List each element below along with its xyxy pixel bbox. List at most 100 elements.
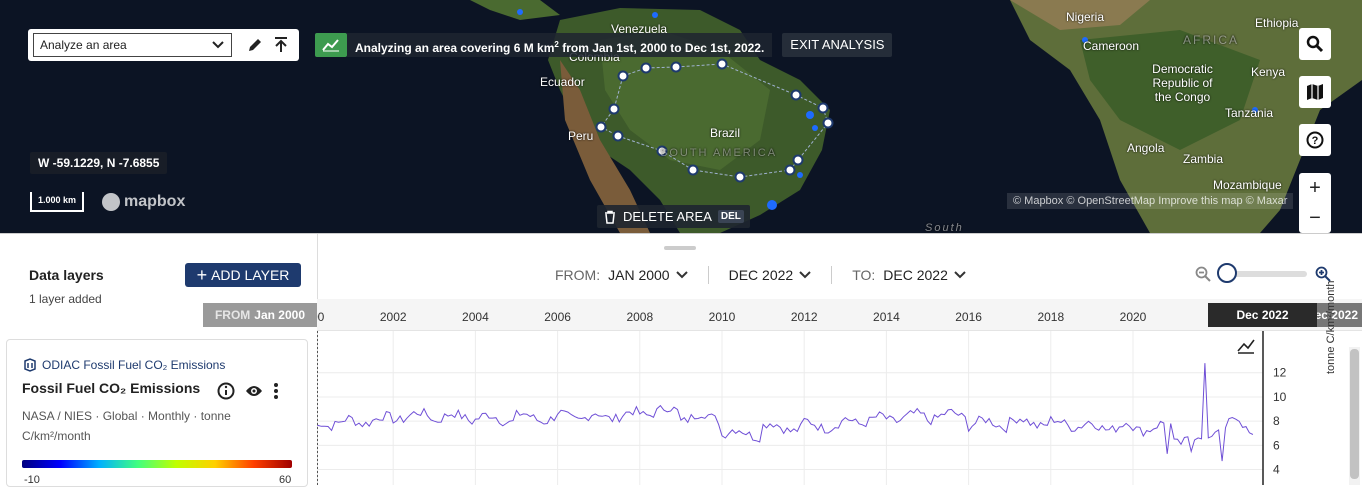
map-layers-button[interactable]	[1299, 76, 1331, 108]
add-layer-button[interactable]: + ADD LAYER	[185, 263, 301, 287]
pencil-icon[interactable]	[242, 32, 268, 58]
layer-colorbar	[22, 460, 292, 468]
map-scale: 1.000 km	[30, 192, 84, 212]
label-kenya: Kenya	[1251, 65, 1286, 79]
slider-knob[interactable]	[1217, 263, 1237, 283]
label-tanzania: Tanzania	[1225, 106, 1274, 120]
help-icon: ?	[1306, 131, 1324, 149]
y-tick-label: 8	[1273, 414, 1280, 428]
from-label: FROM:	[555, 267, 601, 283]
label-ethiopia: Ethiopia	[1255, 16, 1299, 30]
zoom-out-timeline-icon[interactable]	[1195, 266, 1211, 282]
from-date-tag: FROM Jan 2000	[203, 303, 317, 327]
timeseries-chart[interactable]: 24681012	[317, 331, 1362, 485]
analyze-toolbar: Analyze an area	[28, 29, 299, 61]
label-angola: Angola	[1127, 141, 1165, 155]
map-attribution[interactable]: © Mapbox © OpenStreetMap Improve this ma…	[1007, 193, 1294, 209]
layer-metadata: NASA / NIES · Global · Monthly · tonne C…	[22, 409, 231, 443]
layer-card[interactable]: ODIAC Fossil Fuel CO₂ Emissions Fossil F…	[6, 339, 308, 487]
trash-icon	[605, 210, 615, 224]
delete-area-label: DELETE AREA	[623, 209, 712, 224]
scrollbar-thumb[interactable]	[1350, 349, 1359, 479]
x-tick-label: 2000	[317, 310, 325, 324]
map-view[interactable]: Venezuela Colombia Ecuador Peru Brazil S…	[0, 0, 1362, 233]
x-tick-label: 2016	[955, 310, 982, 324]
label-nigeria: Nigeria	[1066, 10, 1105, 24]
analysis-banner: Analyzing an area covering 6 M km2 from …	[315, 33, 893, 57]
colorbar-max: 60	[279, 474, 292, 486]
data-layers-title: Data layers	[29, 267, 104, 283]
chevron-down-icon[interactable]	[675, 271, 688, 279]
help-button[interactable]: ?	[1299, 124, 1331, 156]
dataset-icon	[24, 358, 36, 372]
map-icon	[1307, 84, 1323, 100]
x-tick-label: 2008	[626, 310, 653, 324]
panel-drag-handle[interactable]	[664, 246, 696, 250]
analysis-panel: Data layers 1 layer added + ADD LAYER FR…	[0, 233, 1362, 487]
x-tick-label: 2012	[791, 310, 818, 324]
range-date-select[interactable]: DEC 2022	[729, 267, 794, 283]
to-date-select[interactable]: DEC 2022	[883, 267, 948, 283]
x-tick-label: 2006	[544, 310, 571, 324]
label-drc: Democratic Republic of the Congo	[1152, 62, 1213, 104]
y-axis-title: tonne C/km²/month	[1325, 280, 1337, 374]
date-range-controls: FROM: JAN 2000 DEC 2022 TO: DEC 2022	[555, 266, 976, 284]
label-south-america: SOUTH AMERICA	[660, 147, 778, 159]
timeline-zoom	[1195, 263, 1331, 283]
layer-actions	[217, 382, 279, 400]
label-south-ocean: South	[925, 222, 964, 233]
chevron-down-icon	[212, 41, 224, 49]
search-button[interactable]	[1299, 28, 1331, 60]
more-options-icon[interactable]	[273, 382, 279, 400]
timeline-cursor-marker[interactable]: Dec 2022	[1208, 303, 1317, 327]
x-axis-labels: 2000 2002 2004 2006 2008 2010 2012 2014 2016 2018…	[317, 310, 1147, 324]
y-tick-label: 4	[1273, 463, 1280, 477]
chart-icon	[315, 33, 347, 57]
search-icon	[1306, 35, 1324, 53]
analyze-select[interactable]: Analyze an area	[33, 33, 232, 57]
upload-icon[interactable]	[268, 32, 294, 58]
info-icon[interactable]	[217, 382, 235, 400]
analyze-select-value: Analyze an area	[40, 38, 127, 52]
y-tick-label: 6	[1273, 438, 1280, 452]
layers-count: 1 layer added	[29, 292, 102, 306]
x-tick-label: 2020	[1120, 310, 1147, 324]
mapbox-logo[interactable]: mapbox	[102, 193, 185, 211]
label-brazil: Brazil	[710, 126, 741, 140]
label-mozambique: Mozambique	[1213, 178, 1282, 192]
layer-source[interactable]: ODIAC Fossil Fuel CO₂ Emissions	[23, 358, 225, 372]
divider	[707, 266, 709, 284]
to-label: TO:	[852, 267, 876, 283]
analysis-description: Analyzing an area covering 6 M km2 from …	[347, 33, 773, 57]
label-peru: Peru	[568, 129, 594, 143]
chevron-down-icon[interactable]	[954, 271, 966, 279]
exit-analysis-button[interactable]: EXIT ANALYSIS	[782, 33, 893, 57]
mapbox-logo-icon	[102, 193, 120, 211]
label-cameroon: Cameroon	[1083, 39, 1140, 53]
timeline-zoom-slider[interactable]	[1217, 263, 1307, 283]
label-ecuador: Ecuador	[540, 75, 585, 89]
label-zambia: Zambia	[1183, 152, 1224, 166]
delete-shortcut: DEL	[717, 210, 744, 223]
chart-toggle-icon[interactable]	[1237, 339, 1255, 354]
label-africa: AFRICA	[1183, 33, 1240, 47]
x-tick-label: 2018	[1037, 310, 1064, 324]
from-date-select[interactable]: JAN 2000	[608, 267, 669, 283]
chevron-down-icon[interactable]	[799, 271, 811, 279]
delete-area-button[interactable]: DELETE AREA DEL	[597, 205, 750, 228]
divider	[831, 266, 833, 284]
svg-text:?: ?	[1312, 135, 1319, 147]
layer-name: Fossil Fuel CO₂ Emissions	[22, 380, 201, 396]
series-line	[317, 363, 1254, 462]
zoom-in-icon[interactable]: +	[1299, 173, 1331, 203]
x-tick-label: 2010	[709, 310, 736, 324]
zoom-out-icon[interactable]: −	[1299, 203, 1331, 233]
zoom-controls: + −	[1299, 173, 1331, 233]
x-tick-label: 2002	[380, 310, 407, 324]
eye-icon[interactable]	[245, 384, 263, 398]
panel-scrollbar[interactable]	[1349, 347, 1360, 485]
y-tick-label: 12	[1273, 366, 1287, 380]
plus-icon: +	[196, 265, 208, 285]
colorbar-min: -10	[24, 474, 40, 486]
y-tick-label: 10	[1273, 390, 1287, 404]
